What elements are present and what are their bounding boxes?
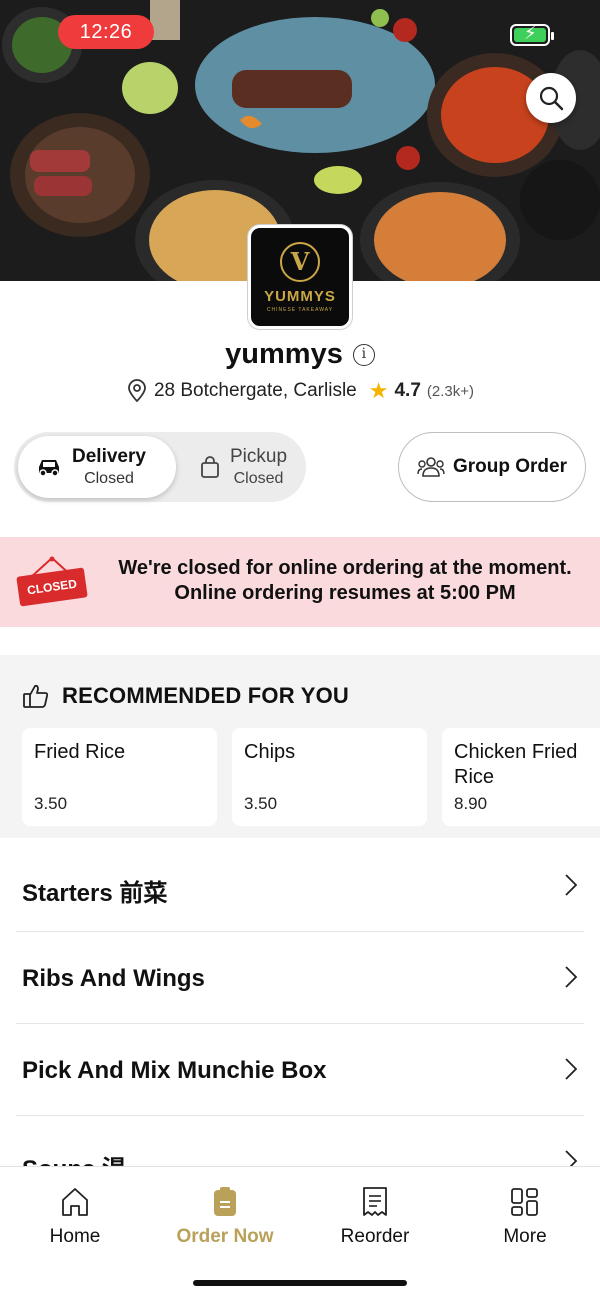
grid-more-icon: [511, 1188, 538, 1216]
group-icon: [417, 457, 445, 477]
chevron-right-icon: [565, 874, 578, 896]
delivery-option[interactable]: Delivery Closed: [18, 436, 176, 498]
recommended-item-price: 3.50: [34, 794, 68, 813]
car-icon: [39, 460, 59, 477]
restaurant-meta: 28 Botchergate, Carlisle ★ 4.7 (2.3k+): [0, 378, 600, 404]
restaurant-name: yummys: [225, 338, 343, 370]
star-icon: ★: [368, 378, 389, 403]
recommended-card[interactable]: Fried Rice 3.50: [22, 728, 217, 826]
order-bag-icon: [214, 1187, 236, 1216]
rating-value: 4.7: [394, 380, 421, 401]
search-icon: [539, 86, 564, 111]
nav-order-now[interactable]: Order Now: [155, 1186, 295, 1248]
recommended-item-name: Fried Rice: [34, 741, 126, 763]
recommended-title: RECOMMENDED FOR YOU: [62, 683, 349, 708]
location-pin-icon: [128, 379, 146, 403]
order-mode-toggle: Delivery Closed Pickup Closed: [14, 432, 306, 502]
chevron-right-icon: [565, 966, 578, 988]
status-time: 12:26: [58, 15, 154, 49]
closed-message-line1: We're closed for online ordering at the …: [118, 557, 572, 579]
logo-mark-icon: V: [280, 241, 320, 282]
restaurant-name-row: yummys i: [0, 338, 600, 371]
pickup-status: Closed: [233, 470, 284, 487]
info-icon[interactable]: i: [352, 343, 375, 366]
logo-word: YUMMYS: [264, 287, 336, 305]
category-label: Ribs And Wings: [22, 965, 205, 992]
delivery-status: Closed: [84, 470, 134, 487]
restaurant-address: 28 Botchergate, Carlisle: [153, 380, 357, 401]
home-icon: [62, 1188, 88, 1216]
pickup-label: Pickup: [230, 446, 288, 467]
nav-home[interactable]: Home: [5, 1186, 145, 1248]
nav-more-label: More: [503, 1226, 547, 1247]
closed-message: We're closed for online ordering at the …: [100, 556, 590, 606]
receipt-icon: [363, 1187, 387, 1216]
recommended-card[interactable]: Chips 3.50: [232, 728, 427, 826]
shopping-bag-icon: [201, 456, 219, 478]
pickup-option[interactable]: Pickup Closed: [184, 436, 304, 498]
home-indicator: [193, 1280, 407, 1286]
category-row[interactable]: Starters 前菜: [16, 840, 584, 932]
nav-more[interactable]: More: [455, 1186, 595, 1248]
category-row[interactable]: Ribs And Wings: [16, 932, 584, 1024]
category-label: Pick And Mix Munchie Box: [22, 1057, 327, 1084]
recommended-item-price: 3.50: [244, 794, 278, 813]
category-label: Starters 前菜: [22, 880, 168, 907]
closed-sign-icon: CLOSED: [16, 556, 88, 608]
restaurant-logo: V YUMMYS CHINESE TAKEAWAY: [248, 225, 352, 329]
group-order-label: Group Order: [452, 456, 567, 477]
delivery-label: Delivery: [72, 446, 146, 467]
nav-order-now-label: Order Now: [176, 1226, 274, 1247]
logo-subtitle: CHINESE TAKEAWAY: [266, 306, 334, 313]
category-row[interactable]: Pick And Mix Munchie Box: [16, 1024, 584, 1116]
recommended-item-name: Chips: [244, 741, 296, 763]
thumbs-up-icon: [23, 684, 49, 708]
group-order-button[interactable]: Group Order: [398, 432, 586, 502]
nav-home-label: Home: [49, 1226, 101, 1247]
recommended-item-price: 8.90: [454, 794, 488, 813]
battery-icon: ⚡: [510, 23, 554, 46]
nav-reorder-label: Reorder: [340, 1226, 410, 1247]
chevron-right-icon: [565, 1058, 578, 1080]
rating-count: (2.3k+): [426, 382, 475, 400]
search-button[interactable]: [526, 73, 576, 123]
closed-message-line2: Online ordering resumes at 5:00 PM: [174, 582, 516, 604]
recommended-item-name: Chicken Fried Rice: [454, 741, 578, 788]
nav-reorder[interactable]: Reorder: [305, 1186, 445, 1248]
recommended-header: RECOMMENDED FOR YOU: [22, 683, 349, 709]
recommended-card[interactable]: Chicken Fried Rice 8.90: [442, 728, 600, 826]
